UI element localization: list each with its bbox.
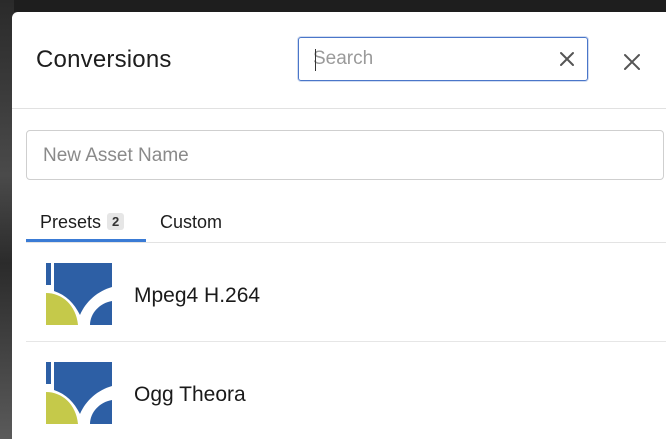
asset-name-field[interactable] — [26, 130, 664, 180]
tab-presets-label: Presets — [40, 212, 102, 232]
preset-logo-icon — [46, 263, 112, 329]
tab-presets[interactable]: Presets 2 — [26, 208, 146, 242]
asset-name-input[interactable] — [43, 144, 643, 168]
tab-bar: Presets 2 Custom — [26, 208, 666, 243]
preset-list: Mpeg4 H.264 Ogg Theora — [26, 243, 666, 439]
preset-label: Ogg Theora — [134, 383, 246, 406]
text-cursor — [315, 49, 316, 71]
presets-count-badge: 2 — [107, 213, 125, 230]
search-field[interactable] — [298, 37, 588, 81]
dialog-title: Conversions — [36, 46, 172, 73]
conversions-dialog: Conversions Presets 2 Custom — [12, 12, 666, 439]
preset-logo-icon — [46, 362, 112, 428]
list-item[interactable]: Mpeg4 H.264 — [26, 243, 666, 342]
backdrop — [0, 0, 666, 12]
search-input[interactable] — [313, 47, 543, 71]
preset-label: Mpeg4 H.264 — [134, 284, 261, 307]
clear-search-icon[interactable] — [558, 50, 576, 68]
list-item[interactable]: Ogg Theora — [26, 342, 666, 439]
tab-custom[interactable]: Custom — [160, 208, 250, 242]
close-dialog-icon[interactable] — [622, 52, 642, 72]
dialog-header: Conversions — [12, 12, 666, 109]
tab-custom-label: Custom — [160, 212, 223, 232]
